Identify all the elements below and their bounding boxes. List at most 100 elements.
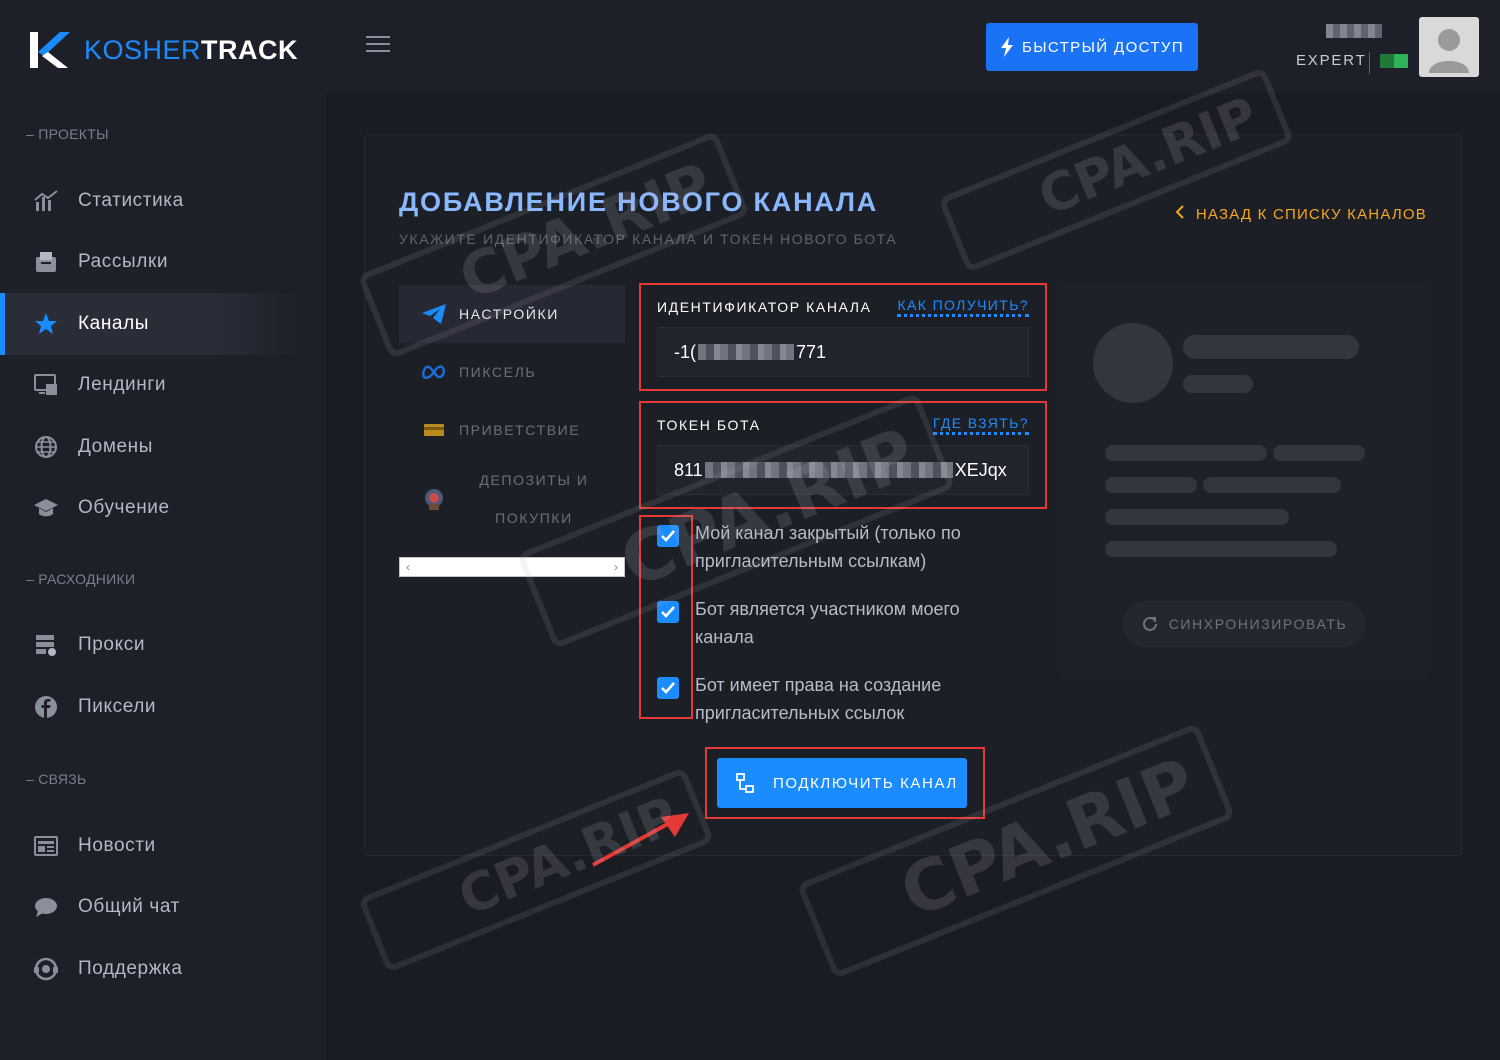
sidebar-item-education[interactable]: Обучение — [0, 477, 300, 539]
annotation-arrow-icon — [592, 813, 689, 867]
bot-token-input[interactable]: 811 XEJqx — [657, 445, 1029, 495]
channel-id-field-group: ИДЕНТИФИКАТОР КАНАЛА КАК ПОЛУЧИТЬ? -1( 7… — [639, 283, 1047, 391]
highlight-box — [639, 515, 693, 719]
star-icon — [32, 310, 60, 338]
sidebar-item-label: Статистика — [78, 190, 184, 211]
sync-button[interactable]: СИНХРОНИЗИРОВАТЬ — [1123, 601, 1365, 647]
sidebar-item-mailings[interactable]: Рассылки — [0, 231, 300, 293]
graduation-cap-icon — [32, 494, 60, 522]
connect-channel-label: ПОДКЛЮЧИТЬ КАНАЛ — [773, 774, 958, 792]
status-badge — [1380, 54, 1408, 68]
avatar[interactable] — [1419, 17, 1479, 77]
quick-access-label: БЫСТРЫЙ ДОСТУП — [1021, 38, 1185, 56]
sidebar-item-channels[interactable]: Каналы — [0, 293, 300, 355]
user-name-redacted — [1326, 24, 1382, 38]
quick-access-button[interactable]: БЫСТРЫЙ ДОСТУП — [986, 23, 1198, 71]
page-title: ДОБАВЛЕНИЕ НОВОГО КАНАЛА — [399, 187, 879, 217]
tab-greeting[interactable]: ПРИВЕТСТВИЕ — [399, 401, 625, 459]
skeleton-line — [1105, 477, 1197, 493]
bot-icon — [421, 488, 447, 510]
channel-preview: СИНХРОНИЗИРОВАТЬ — [1061, 283, 1427, 675]
sidebar-item-label: Пиксели — [78, 696, 157, 717]
skeleton-line — [1273, 445, 1365, 461]
news-icon — [32, 832, 60, 860]
add-channel-card: ДОБАВЛЕНИЕ НОВОГО КАНАЛА УКАЖИТЕ ИДЕНТИФ… — [364, 134, 1462, 867]
sidebar-item-news[interactable]: Новости — [0, 815, 300, 877]
chat-icon — [32, 893, 60, 921]
chart-icon — [32, 187, 60, 215]
checkbox-row: Бот имеет права на создание пригласитель… — [639, 671, 1047, 747]
sidebar-item-label: Новости — [78, 835, 156, 856]
top-bar: БЫСТРЫЙ ДОСТУП EXPERT — [326, 0, 1500, 94]
channel-id-label: ИДЕНТИФИКАТОР КАНАЛА — [657, 299, 872, 315]
divider — [1369, 52, 1370, 74]
tab-pixel[interactable]: ПИКСЕЛЬ — [399, 343, 625, 401]
skeleton-line — [1183, 335, 1359, 359]
checkbox-group: Мой канал закрытый (только по пригласите… — [639, 515, 1047, 747]
sidebar-item-label: Каналы — [78, 313, 150, 334]
chevron-left-icon — [1175, 205, 1184, 223]
user-plan: EXPERT — [1296, 52, 1367, 69]
settings-tabs: НАСТРОЙКИ ПИКСЕЛЬ ПРИВЕТСТВИЕ ДЕПОЗИТЫ И… — [399, 285, 625, 577]
bot-token-label: ТОКЕН БОТА — [657, 417, 761, 433]
sidebar-item-landings[interactable]: Лендинги — [0, 354, 300, 416]
tabs-scrollbar[interactable]: ‹ › — [399, 557, 625, 577]
sidebar-item-domains[interactable]: Домены — [0, 416, 300, 478]
checkbox-row: Бот является участником моего канала — [639, 595, 1047, 671]
user-icon — [1429, 29, 1469, 73]
sidebar-item-label: Лендинги — [78, 374, 167, 395]
back-link-label: НАЗАД К СПИСКУ КАНАЛОВ — [1195, 205, 1427, 223]
tab-label: ПИКСЕЛЬ — [459, 364, 537, 380]
preview-avatar — [1093, 323, 1173, 403]
sidebar-item-proxies[interactable]: Прокси — [0, 614, 300, 676]
skeleton-line — [1203, 477, 1341, 493]
support-icon — [32, 955, 60, 983]
card-icon — [421, 419, 447, 441]
menu-toggle-icon[interactable] — [366, 36, 390, 54]
tab-label: ДЕПОЗИТЫ И ПОКУПКИ — [479, 472, 589, 526]
checkbox-row: Мой канал закрытый (только по пригласите… — [639, 519, 1047, 595]
checkbox-label: Бот является участником моего канала — [695, 599, 960, 647]
sync-label: СИНХРОНИЗИРОВАТЬ — [1168, 616, 1348, 632]
channel-form: ИДЕНТИФИКАТОР КАНАЛА КАК ПОЛУЧИТЬ? -1( 7… — [639, 283, 1047, 747]
lightning-icon — [1000, 37, 1013, 57]
telegram-icon — [421, 303, 447, 325]
landing-icon — [32, 371, 60, 399]
skeleton-line — [1183, 375, 1253, 393]
tab-deposits[interactable]: ДЕПОЗИТЫ И ПОКУПКИ — [399, 459, 625, 539]
sidebar-item-label: Прокси — [78, 634, 146, 655]
skeleton-line — [1105, 445, 1267, 461]
refresh-icon — [1142, 616, 1157, 631]
redacted-value — [698, 344, 794, 360]
section-title-supplies: – РАСХОДНИКИ — [26, 571, 136, 587]
channel-id-input[interactable]: -1( 771 — [657, 327, 1029, 377]
connect-channel-button[interactable]: ПОДКЛЮЧИТЬ КАНАЛ — [717, 758, 967, 808]
facebook-icon — [32, 693, 60, 721]
channel-id-help-link[interactable]: КАК ПОЛУЧИТЬ? — [897, 297, 1029, 317]
redacted-value — [704, 462, 953, 478]
sidebar-item-label: Общий чат — [78, 896, 180, 917]
section-title-projects: – ПРОЕКТЫ — [26, 126, 109, 142]
sidebar-item-statistics[interactable]: Статистика — [0, 170, 300, 232]
skeleton-line — [1105, 541, 1337, 557]
meta-icon — [421, 361, 447, 383]
logo-icon — [30, 32, 70, 68]
chevron-left-icon[interactable]: ‹ — [406, 560, 410, 574]
sidebar-item-chat[interactable]: Общий чат — [0, 876, 300, 938]
logo-text: KOSHERTRACK — [84, 34, 299, 65]
sidebar-item-pixels[interactable]: Пиксели — [0, 676, 300, 738]
tab-settings[interactable]: НАСТРОЙКИ — [399, 285, 625, 343]
page-subtitle: УКАЖИТЕ ИДЕНТИФИКАТОР КАНАЛА И ТОКЕН НОВ… — [399, 231, 898, 247]
sidebar-item-support[interactable]: Поддержка — [0, 938, 300, 1000]
bot-token-help-link[interactable]: ГДЕ ВЗЯТЬ? — [932, 415, 1029, 435]
sidebar-item-label: Обучение — [78, 497, 170, 518]
logo[interactable]: KOSHERTRACK — [28, 30, 298, 70]
chevron-right-icon[interactable]: › — [614, 560, 618, 574]
section-title-communication: – СВЯЗЬ — [26, 771, 87, 787]
sidebar-item-label: Поддержка — [78, 958, 183, 979]
network-icon — [736, 773, 754, 793]
bot-token-field-group: ТОКЕН БОТА ГДЕ ВЗЯТЬ? 811 XEJqx — [639, 401, 1047, 509]
sidebar-item-label: Рассылки — [78, 251, 169, 272]
mailbox-icon — [32, 248, 60, 276]
back-to-channels-link[interactable]: НАЗАД К СПИСКУ КАНАЛОВ — [1175, 205, 1427, 223]
